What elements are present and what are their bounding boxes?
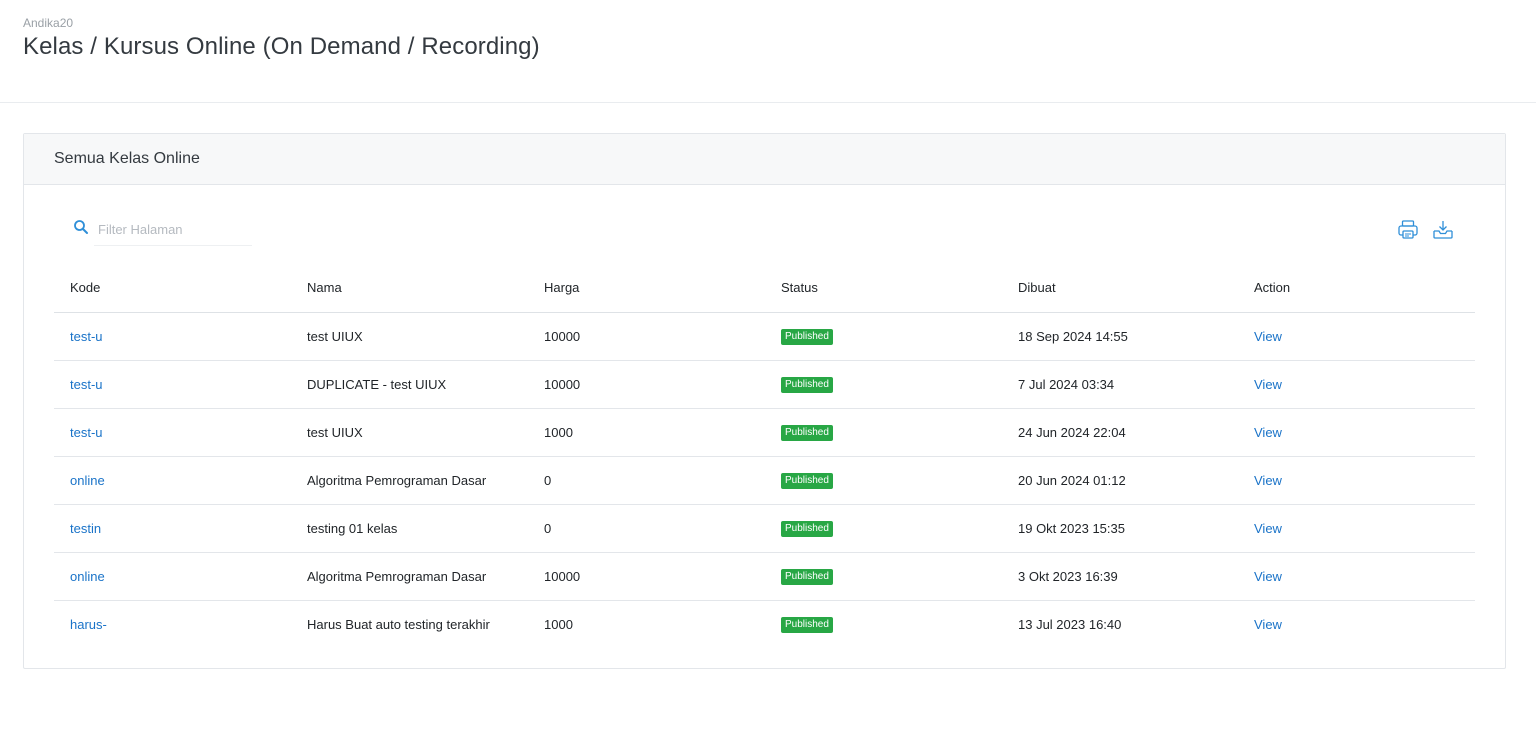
course-name: Algoritma Pemrograman Dasar (291, 456, 528, 505)
created-date: 18 Sep 2024 14:55 (1002, 312, 1238, 361)
table-row: test-u DUPLICATE - test UIUX 10000 Publi… (54, 360, 1475, 409)
status-badge: Published (781, 329, 833, 345)
courses-card: Semua Kelas Online Filter Halaman Kode N… (23, 133, 1506, 669)
download-button[interactable] (1431, 218, 1455, 242)
course-code-link[interactable]: test-u (70, 425, 103, 440)
created-date: 24 Jun 2024 22:04 (1002, 408, 1238, 457)
status-badge: Published (781, 425, 833, 441)
table-row: online Algoritma Pemrograman Dasar 0 Pub… (54, 456, 1475, 505)
page-title: Kelas / Kursus Online (On Demand / Recor… (23, 33, 540, 60)
course-name: testing 01 kelas (291, 504, 528, 553)
course-name: Algoritma Pemrograman Dasar (291, 552, 528, 601)
table-row: testin testing 01 kelas 0 Published 19 O… (54, 504, 1475, 553)
column-header-nama[interactable]: Nama (291, 264, 528, 313)
course-code-link[interactable]: online (70, 569, 105, 584)
table-row: harus- Harus Buat auto testing terakhir … (54, 600, 1475, 648)
course-price: 1000 (544, 616, 573, 632)
view-link[interactable]: View (1254, 329, 1282, 344)
card-title: Semua Kelas Online (54, 150, 200, 167)
course-price: 10000 (528, 312, 765, 361)
search-icon (73, 219, 89, 235)
course-name: Harus Buat auto testing terakhir (307, 616, 490, 632)
status-badge: Published (781, 473, 833, 489)
created-date: 3 Okt 2023 16:39 (1002, 552, 1238, 601)
course-price: 0 (528, 504, 765, 553)
filter-search-input[interactable] (94, 214, 252, 246)
print-button[interactable] (1396, 218, 1420, 242)
status-badge: Published (781, 617, 833, 634)
created-date: 7 Jul 2024 03:34 (1002, 360, 1238, 409)
status-badge: Published (781, 521, 833, 537)
course-name: test UIUX (291, 312, 528, 361)
printer-icon (1398, 220, 1418, 239)
table-row: test-u test UIUX 1000 Published 24 Jun 2… (54, 408, 1475, 457)
column-header-dibuat[interactable]: Dibuat (1002, 264, 1238, 313)
card-header: Semua Kelas Online (24, 134, 1505, 185)
course-code-link[interactable]: test-u (70, 377, 103, 392)
course-code-link[interactable]: test-u (70, 329, 103, 344)
view-link[interactable]: View (1254, 569, 1282, 584)
course-price: 10000 (528, 360, 765, 409)
view-link[interactable]: View (1254, 425, 1282, 440)
course-price: 0 (528, 456, 765, 505)
table-toolbar (54, 214, 1475, 248)
status-badge: Published (781, 377, 833, 393)
column-header-harga[interactable]: Harga (528, 264, 765, 313)
created-date: 19 Okt 2023 15:35 (1002, 504, 1238, 553)
column-header-status[interactable]: Status (765, 264, 1002, 313)
courses-table: Kode Nama Harga Status Dibuat Action tes… (54, 264, 1475, 648)
course-price: 1000 (528, 408, 765, 457)
column-header-action: Action (1238, 264, 1475, 313)
created-date: 20 Jun 2024 01:12 (1002, 456, 1238, 505)
column-header-kode[interactable]: Kode (54, 264, 291, 313)
view-link[interactable]: View (1254, 473, 1282, 488)
page-header: Andika20 Kelas / Kursus Online (On Deman… (0, 0, 1536, 103)
status-badge: Published (781, 569, 833, 585)
table-row: test-u test UIUX 10000 Published 18 Sep … (54, 312, 1475, 361)
breadcrumb[interactable]: Andika20 (23, 16, 73, 30)
course-name: test UIUX (291, 408, 528, 457)
course-name: DUPLICATE - test UIUX (291, 360, 528, 409)
table-row: online Algoritma Pemrograman Dasar 10000… (54, 552, 1475, 601)
download-icon (1433, 221, 1453, 239)
course-code-link[interactable]: testin (70, 521, 101, 536)
created-date: 13 Jul 2023 16:40 (1018, 616, 1122, 632)
course-code-link[interactable]: online (70, 473, 105, 488)
view-link[interactable]: View (1254, 377, 1282, 392)
course-price: 10000 (528, 552, 765, 601)
course-code-link[interactable]: harus- (70, 617, 107, 632)
table-header-row: Kode Nama Harga Status Dibuat Action (54, 264, 1475, 313)
view-link[interactable]: View (1254, 521, 1282, 536)
view-link[interactable]: View (1254, 617, 1282, 632)
